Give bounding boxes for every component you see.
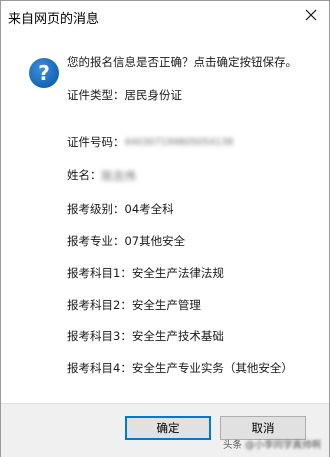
- message-dialog: 来自网页的消息 ? 您的报名信息是否正确？点击确定按钮保存。 证件类型：居民身份…: [0, 0, 330, 457]
- field-row-subject-1: 报考科目1：安全生产法律法规: [67, 266, 224, 280]
- field-value: 安全生产法律法规: [131, 266, 224, 280]
- title-bar: 来自网页的消息: [1, 1, 329, 31]
- close-icon: [305, 9, 317, 21]
- field-row-name: 姓名：陈志伟: [67, 168, 136, 183]
- dialog-message: 您的报名信息是否正确？点击确定按钮保存。: [67, 55, 297, 69]
- field-label: 报考级别：: [67, 202, 125, 216]
- watermark-prefix: 头条: [222, 440, 242, 451]
- field-value: 07其他安全: [124, 234, 186, 248]
- dialog-content: ? 您的报名信息是否正确？点击确定按钮保存。 证件类型：居民身份证 证件号码：4…: [1, 31, 329, 403]
- ok-button[interactable]: 确定: [125, 416, 211, 440]
- field-row-subject-3: 报考科目3：安全生产技术基础: [67, 329, 224, 343]
- field-row-subject-2: 报考科目2：安全生产管理: [67, 298, 201, 312]
- watermark: 头条 @小李同学真帅啊: [223, 437, 321, 451]
- field-label: 报考专业：: [67, 234, 125, 248]
- field-label: 证件号码：: [67, 135, 125, 149]
- dialog-title: 来自网页的消息: [8, 12, 100, 27]
- field-row-id-type: 证件类型：居民身份证: [67, 88, 182, 102]
- field-value: 安全生产专业实务（其他安全）: [131, 361, 293, 375]
- dialog-footer: 确定 取消 头条 @小李同学真帅啊: [1, 403, 329, 457]
- field-label: 报考科目3：: [67, 329, 132, 343]
- field-value: 安全生产管理: [131, 298, 201, 312]
- field-value: 安全生产技术基础: [131, 329, 224, 343]
- field-value: 居民身份证: [124, 88, 183, 102]
- field-row-level: 报考级别：04考全科: [67, 202, 174, 216]
- field-label: 报考科目2：: [67, 298, 132, 312]
- field-row-major: 报考专业：07其他安全: [67, 234, 185, 248]
- close-button[interactable]: [299, 4, 323, 26]
- watermark-handle: @小李同学真帅啊: [244, 440, 321, 451]
- field-value-redacted: 陈志伟: [101, 168, 137, 183]
- field-row-id-number: 证件号码：440307199805054138: [67, 135, 233, 150]
- field-label: 报考科目4：: [67, 361, 132, 375]
- field-value: 04考全科: [124, 202, 174, 216]
- field-label: 证件类型：: [67, 88, 125, 102]
- field-value-redacted: 440307199805054138: [124, 136, 234, 148]
- field-row-subject-4: 报考科目4：安全生产专业实务（其他安全）: [67, 361, 293, 375]
- field-label: 姓名：: [67, 168, 102, 182]
- field-label: 报考科目1：: [67, 266, 132, 280]
- question-icon: ?: [29, 58, 59, 88]
